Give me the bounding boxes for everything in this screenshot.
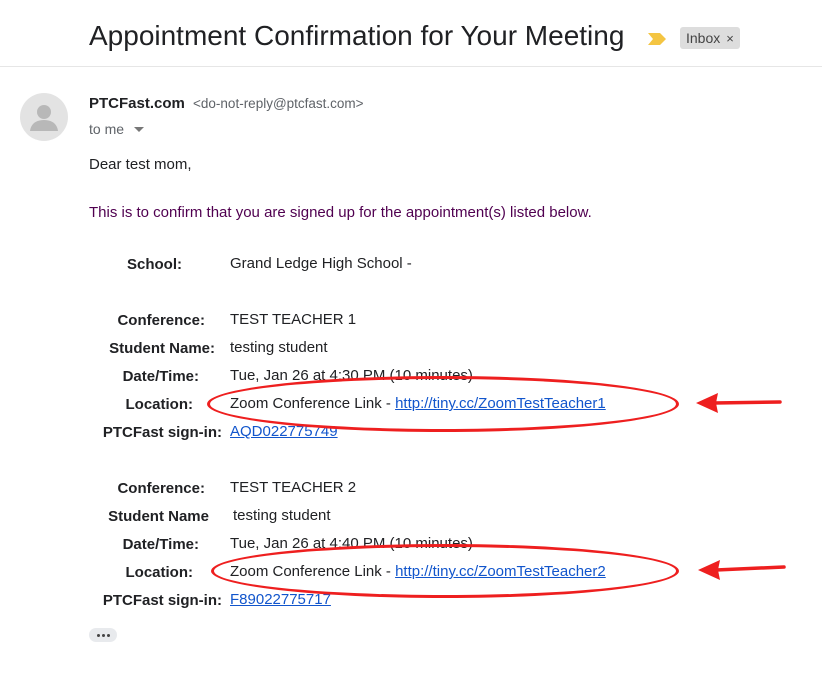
recipient-details-toggle[interactable]: to me [89, 121, 145, 137]
greeting-text: Dear test mom, [89, 156, 192, 173]
inbox-label-chip: Inbox × [680, 27, 740, 49]
annotation-ellipse [211, 544, 679, 598]
student-name-value: testing student [233, 507, 331, 524]
annotation-arrow-icon [698, 560, 786, 580]
inbox-label-text: Inbox [686, 30, 721, 46]
sender-line: PTCFast.com <do-not-reply@ptcfast.com> [89, 95, 364, 112]
date-time-label: Date/Time: [122, 368, 199, 385]
location-label: Location: [125, 396, 194, 413]
signin-label: PTCFast sign-in: [102, 424, 222, 441]
default-avatar-icon[interactable] [20, 93, 68, 141]
school-value: Grand Ledge High School - [230, 255, 412, 272]
chevron-down-icon[interactable] [134, 126, 145, 132]
sender-email: <do-not-reply@ptcfast.com> [193, 96, 364, 111]
conference-value: TEST TEACHER 2 [230, 479, 357, 496]
recipient-text: to me [89, 121, 125, 137]
ellipsis-icon[interactable] [89, 628, 117, 642]
important-marker-icon[interactable] [646, 31, 668, 47]
annotation-arrow-icon [696, 393, 782, 413]
student-name-label: Student Name: [109, 340, 215, 357]
confirmation-text: This is to confirm that you are signed u… [89, 204, 592, 221]
conference-label: Conference: [117, 312, 205, 329]
student-name-label: Student Name [108, 508, 209, 525]
date-time-label: Date/Time: [122, 536, 199, 553]
annotation-ellipse [207, 376, 679, 432]
remove-label-icon[interactable]: × [726, 31, 734, 46]
signin-label: PTCFast sign-in: [102, 592, 222, 609]
location-label: Location: [125, 564, 194, 581]
sender-name: PTCFast.com [89, 95, 185, 112]
student-name-value: testing student [230, 339, 328, 356]
conference-value: TEST TEACHER 1 [230, 311, 357, 328]
header-divider [0, 66, 822, 67]
conference-label: Conference: [117, 480, 205, 497]
subject-title: Appointment Confirmation for Your Meetin… [89, 20, 625, 51]
school-label: School: [127, 256, 182, 273]
